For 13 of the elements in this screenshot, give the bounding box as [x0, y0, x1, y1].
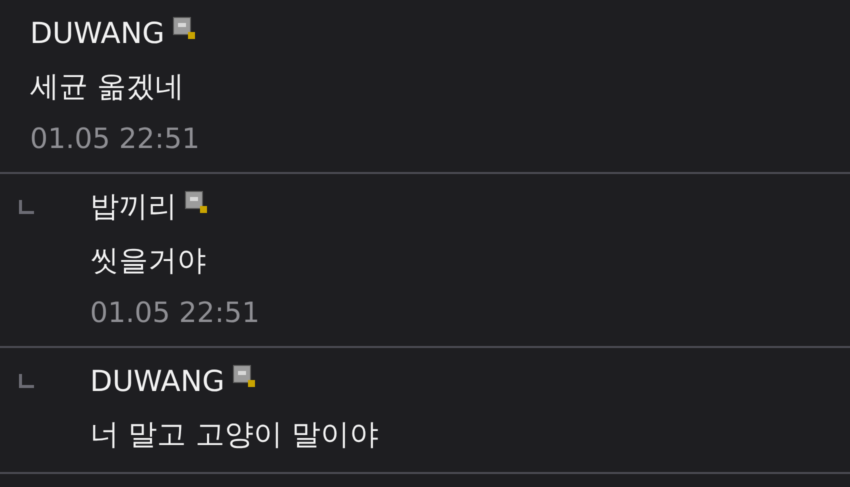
- comment-time: 01.05 22:51: [30, 122, 200, 154]
- comment-time: 01.05 22:51: [90, 296, 260, 328]
- comment-text: 너 말고 고양이 말이야: [90, 416, 379, 453]
- reply-arrow-icon: [19, 200, 34, 214]
- author-name[interactable]: DUWANG: [90, 364, 225, 398]
- reply-arrow-icon: [19, 374, 34, 388]
- author-name[interactable]: DUWANG: [30, 16, 165, 50]
- level-badge-icon: [172, 17, 195, 39]
- author-name[interactable]: 밥끼리: [90, 187, 177, 227]
- comment-text: 세균 옮겠네: [30, 68, 184, 105]
- comment-text: 씻을거야: [90, 242, 206, 279]
- level-badge-icon: [185, 191, 207, 213]
- level-badge-icon: [232, 365, 255, 387]
